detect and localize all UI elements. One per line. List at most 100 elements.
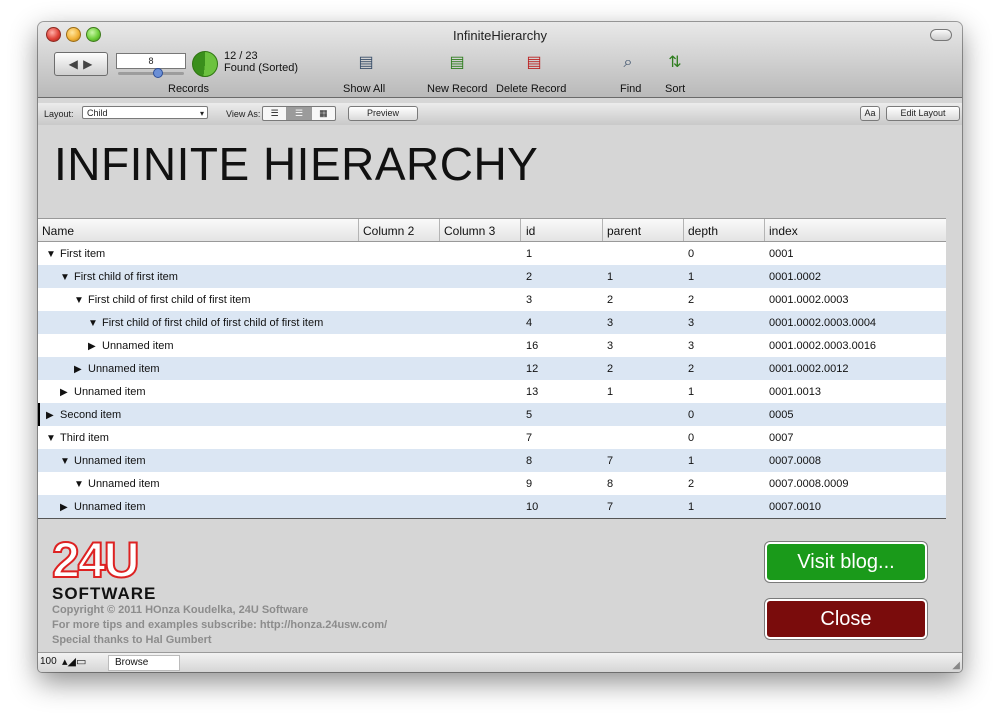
format-bar-button[interactable]: Aa: [860, 106, 880, 121]
toolbar: InfiniteHierarchy ◀ ▶ 8 12 / 23 Found (S…: [38, 22, 962, 98]
expanded-triangle-icon[interactable]: ▼: [88, 318, 102, 329]
window-title: InfiniteHierarchy: [453, 28, 547, 43]
preview-button[interactable]: Preview: [348, 106, 418, 121]
view-as-segmented-control[interactable]: ☰ ☰ ▦: [262, 106, 336, 121]
collapsed-triangle-icon[interactable]: ▶: [74, 364, 88, 375]
table-row[interactable]: ▼ Third item 7 0 0007: [38, 426, 946, 449]
edit-layout-button[interactable]: Edit Layout: [886, 106, 960, 121]
app-window: InfiniteHierarchy ◀ ▶ 8 12 / 23 Found (S…: [38, 22, 962, 672]
index-cell: 0001.0002.0003: [769, 294, 849, 306]
expanded-triangle-icon[interactable]: ▼: [74, 295, 88, 306]
zoom-level[interactable]: 100: [40, 656, 57, 667]
item-name: First child of first item: [74, 271, 178, 283]
item-name: Unnamed item: [74, 455, 146, 467]
expanded-triangle-icon[interactable]: ▼: [46, 249, 60, 260]
parent-cell: 8: [607, 478, 614, 490]
name-cell: ▼ First child of first child of first chi…: [88, 317, 323, 329]
depth-cell: 3: [688, 340, 695, 352]
new-record-icon[interactable]: ▤: [445, 52, 469, 74]
column-header-parent[interactable]: parent: [607, 224, 641, 238]
parent-cell: 1: [607, 386, 614, 398]
name-cell: ▼ Third item: [46, 432, 109, 444]
item-name: First child of first child of first chil…: [102, 317, 324, 329]
record-slider-knob[interactable]: [153, 68, 163, 78]
find-magnifier-icon[interactable]: ⌕: [616, 52, 640, 74]
collapsed-triangle-icon[interactable]: ▶: [46, 410, 60, 421]
index-cell: 0007.0008: [769, 455, 821, 467]
expanded-triangle-icon[interactable]: ▼: [46, 433, 60, 444]
table-row[interactable]: ▼ First item 1 0 0001: [38, 242, 946, 265]
expanded-triangle-icon[interactable]: ▼: [60, 456, 74, 467]
table-row[interactable]: ▼ First child of first child of first ite…: [38, 288, 946, 311]
view-as-table-icon[interactable]: ▦: [312, 107, 335, 120]
column-header-name[interactable]: Name: [42, 224, 74, 238]
24u-software-logo: 24U SOFTWARE: [51, 534, 156, 603]
show-all-button[interactable]: Show All: [343, 83, 385, 95]
collapsed-triangle-icon[interactable]: ▶: [60, 502, 74, 513]
index-cell: 0001.0002.0012: [769, 363, 849, 375]
parent-cell: 2: [607, 294, 614, 306]
id-cell: 10: [526, 501, 539, 513]
delete-record-icon[interactable]: ▤: [522, 52, 546, 74]
depth-cell: 1: [688, 386, 695, 398]
view-as-form-icon[interactable]: ☰: [263, 107, 288, 120]
name-cell: ▶ Unnamed item: [74, 363, 160, 375]
resize-grip-icon[interactable]: ◢: [952, 660, 960, 671]
table-row[interactable]: ▼ First child of first item 2 1 1 0001.0002: [38, 265, 946, 288]
chevron-down-icon: ▾: [199, 109, 204, 118]
id-cell: 4: [526, 317, 533, 329]
mode-indicator[interactable]: Browse: [108, 655, 180, 671]
depth-cell: 2: [688, 294, 695, 306]
column-divider: [602, 219, 603, 241]
table-row[interactable]: ▼ Unnamed item 9 8 2 0007.0008.0009: [38, 472, 946, 495]
delete-record-button[interactable]: Delete Record: [496, 83, 566, 95]
table-row[interactable]: ▶ Unnamed item 10 7 1 0007.0010: [38, 495, 946, 518]
layout-content: INFINITE HIERARCHY Name Column 2 Column …: [38, 125, 962, 651]
column-header-column-3[interactable]: Column 3: [444, 224, 495, 238]
name-cell: ▼ First child of first child of first ite…: [74, 294, 251, 306]
item-name: Unnamed item: [88, 478, 160, 490]
column-header-depth[interactable]: depth: [688, 224, 718, 238]
column-header-column-2[interactable]: Column 2: [363, 224, 414, 238]
collapsed-triangle-icon[interactable]: ▶: [88, 341, 102, 352]
expanded-triangle-icon[interactable]: ▼: [74, 479, 88, 490]
footer-credits: Copyright © 2011 HOnza Koudelka, 24U Sof…: [52, 603, 387, 648]
found-status: Found (Sorted): [224, 62, 298, 74]
record-number-field[interactable]: 8: [116, 53, 186, 69]
parent-cell: 7: [607, 455, 614, 467]
index-cell: 0007: [769, 432, 794, 444]
records-label: Records: [168, 83, 209, 95]
item-name: First child of first child of first item: [88, 294, 251, 306]
table-row[interactable]: ▶ Unnamed item 13 1 1 0001.0013: [38, 380, 946, 403]
record-slider-track[interactable]: [118, 72, 184, 75]
id-cell: 12: [526, 363, 539, 375]
toolbar-toggle-button[interactable]: [930, 29, 952, 41]
visit-blog-button[interactable]: Visit blog...: [765, 542, 927, 582]
table-row[interactable]: ▼ Unnamed item 8 7 1 0007.0008: [38, 449, 946, 472]
layout-select[interactable]: Child ▾: [82, 106, 208, 119]
table-row[interactable]: ▶ Unnamed item 16 3 3 0001.0002.0003.0016: [38, 334, 946, 357]
view-as-list-icon[interactable]: ☰: [287, 107, 312, 120]
sort-button[interactable]: Sort: [665, 83, 685, 95]
show-all-icon[interactable]: ▤: [354, 52, 378, 74]
column-header-id[interactable]: id: [526, 224, 535, 238]
record-book-icon[interactable]: ◀ ▶: [54, 52, 108, 76]
view-as-label: View As:: [226, 109, 261, 119]
new-record-button[interactable]: New Record: [427, 83, 488, 95]
table-row[interactable]: ▼ First child of first child of first chi…: [38, 311, 946, 334]
column-header-index[interactable]: index: [769, 224, 798, 238]
depth-cell: 0: [688, 432, 695, 444]
item-name: Unnamed item: [88, 363, 160, 375]
sort-icon[interactable]: ⇅: [663, 52, 687, 74]
find-button[interactable]: Find: [620, 83, 641, 95]
zoom-controls-icon[interactable]: ▴◢▭: [62, 655, 86, 668]
table-row[interactable]: ▶ Unnamed item 12 2 2 0001.0002.0012: [38, 357, 946, 380]
table-row[interactable]: ▶ Second item 5 0 0005: [38, 403, 946, 426]
parent-cell: 2: [607, 363, 614, 375]
expanded-triangle-icon[interactable]: ▼: [60, 272, 74, 283]
close-button[interactable]: Close: [765, 599, 927, 639]
depth-cell: 2: [688, 478, 695, 490]
item-name: Unnamed item: [74, 386, 146, 398]
depth-cell: 2: [688, 363, 695, 375]
collapsed-triangle-icon[interactable]: ▶: [60, 387, 74, 398]
